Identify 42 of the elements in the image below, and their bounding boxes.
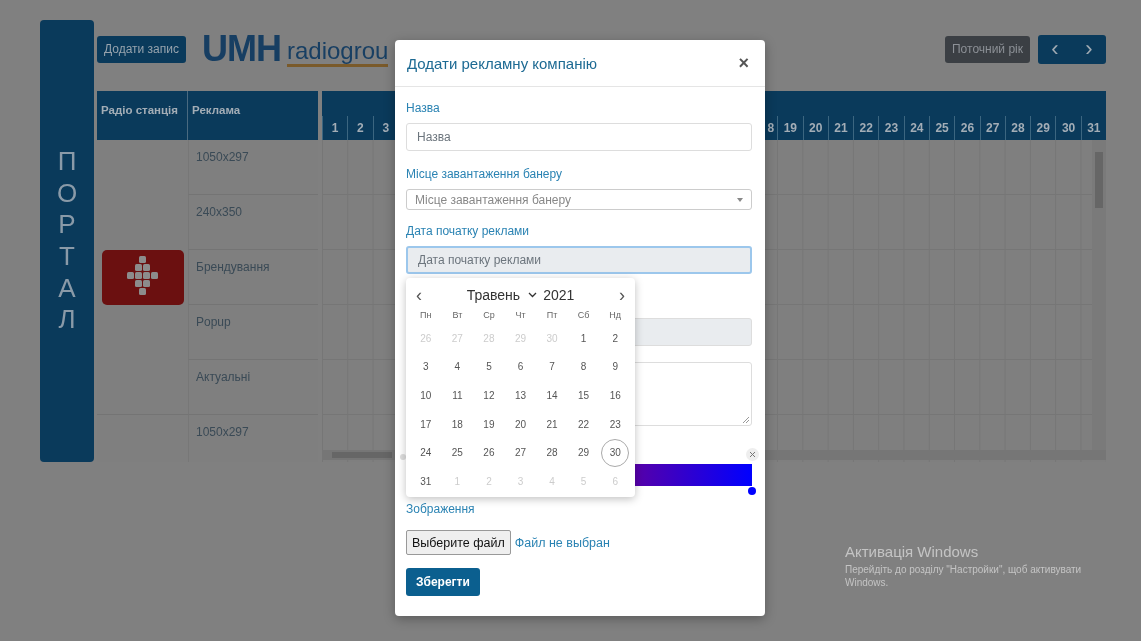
column-header: Реклама: [191, 103, 242, 118]
day-header: 3: [382, 121, 390, 135]
sidebar-title: ПОРТАЛ: [55, 145, 79, 337]
logo-text: UMH: [202, 31, 281, 67]
day-header: 1: [331, 121, 339, 135]
day-header: 26: [960, 121, 975, 135]
day-header: 31: [1087, 121, 1101, 135]
table-cell: Popup: [196, 315, 231, 329]
table-cell: 1050x297: [196, 150, 249, 164]
field-label: Місце завантаження банеру: [406, 167, 563, 181]
day-header: 23: [884, 121, 899, 135]
day-header: 24: [910, 121, 924, 135]
day-header: 27: [986, 121, 1000, 135]
day-header: 20: [808, 121, 823, 135]
weekday-label: Вт: [451, 309, 464, 322]
field-label: Дата початку реклами: [406, 224, 530, 238]
table-cell: 1050x297: [196, 425, 249, 439]
modal-title: Додати рекламну компанію: [407, 54, 597, 72]
table-cell: Актуальні: [196, 370, 251, 384]
field-label: Назва: [406, 101, 440, 115]
table-cell: 240x350: [196, 205, 243, 219]
weekday-label: Нд: [608, 309, 623, 322]
day-header: 21: [834, 121, 848, 135]
weekday-label: Пн: [419, 309, 433, 322]
weekday-label: Чт: [514, 309, 527, 322]
day-header: 19: [783, 121, 798, 135]
table-cell: Брендування: [196, 260, 270, 274]
activation-text: Перейдіть до розділу "Настройки", щоб активувати Windows.: [845, 563, 1083, 589]
day-header: 25: [935, 121, 949, 135]
day-header: 28: [1011, 121, 1025, 135]
weekday-label: Сб: [576, 309, 591, 322]
weekday-label: Пт: [545, 309, 559, 322]
activation-title: Активація Windows: [845, 543, 980, 560]
day-header: 22: [859, 121, 873, 135]
day-header: 2: [357, 121, 364, 135]
field-label: Зображення: [406, 502, 475, 516]
day-header: 29: [1036, 121, 1050, 135]
logo-subtitle: radiogrou: [287, 39, 389, 67]
file-status: Файл не выбран: [514, 535, 610, 550]
day-header: 8: [767, 121, 775, 135]
weekday-label: Ср: [482, 309, 496, 322]
day-header: 30: [1061, 121, 1076, 135]
